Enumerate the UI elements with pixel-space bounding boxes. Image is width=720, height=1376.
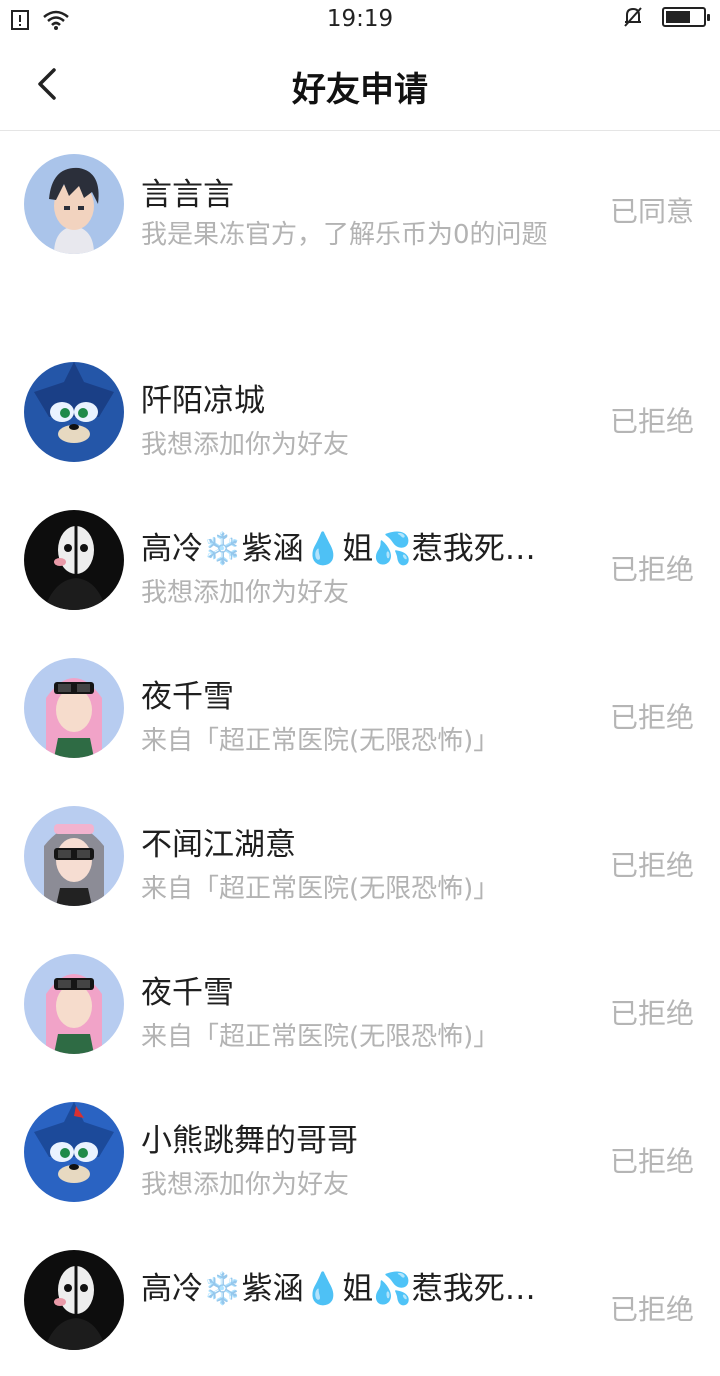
requester-name: 阡陌凉城: [141, 383, 265, 419]
request-status: 已拒绝: [609, 849, 694, 882]
friend-request-item[interactable]: 阡陌凉城 我想添加你为好友 已拒绝: [0, 340, 720, 488]
avatar[interactable]: [24, 1102, 124, 1202]
friend-request-item[interactable]: 高冷❄️紫涵💧姐💦惹我死… 我想添加你为好友 已拒绝: [0, 488, 720, 636]
friend-request-item[interactable]: 小熊跳舞的哥哥 我想添加你为好友 已拒绝: [0, 1080, 720, 1228]
mute-bell-icon: [624, 7, 642, 27]
request-status: 已拒绝: [609, 405, 694, 438]
avatar[interactable]: [24, 1250, 124, 1350]
request-status: 已拒绝: [609, 1145, 694, 1178]
nav-bar: 好友申请: [0, 40, 720, 131]
blue-hedgehog-avatar-icon: [24, 1102, 124, 1202]
request-message: 我想添加你为好友: [141, 578, 350, 608]
avatar[interactable]: [24, 806, 124, 906]
status-time: 19:19: [326, 6, 394, 32]
blue-hedgehog-avatar-icon: [24, 362, 124, 462]
request-message: 我想添加你为好友: [141, 430, 350, 460]
dark-mask-avatar-icon: [24, 510, 124, 610]
friend-request-item[interactable]: 言言言 我是果冻官方，了解乐币为0的问题 已同意: [0, 132, 720, 340]
anime-boy-avatar-icon: [24, 154, 124, 254]
avatar[interactable]: [24, 658, 124, 758]
requester-name: 夜千雪: [141, 679, 234, 715]
pink-hair-girl-avatar-icon: [24, 954, 124, 1054]
friend-request-list: 言言言 我是果冻官方，了解乐币为0的问题 已同意 阡陌凉城 我想添加你为好友 已…: [0, 132, 720, 1376]
request-status: 已拒绝: [609, 553, 694, 586]
avatar[interactable]: [24, 154, 124, 254]
status-icons-right: [622, 6, 720, 28]
request-message: 来自「超正常医院(无限恐怖)」: [141, 726, 500, 756]
requester-name: 言言言: [141, 177, 234, 213]
pink-hair-girl-avatar-icon: [24, 658, 124, 758]
page-title: 好友申请: [292, 70, 428, 110]
friend-request-item[interactable]: 夜千雪 来自「超正常医院(无限恐怖)」 已拒绝: [0, 932, 720, 1080]
requester-name: 不闻江湖意: [141, 827, 296, 863]
battery-icon: [662, 7, 710, 27]
friend-request-item[interactable]: 高冷❄️紫涵💧姐💦惹我死… 已拒绝: [0, 1228, 720, 1376]
status-bar: 19:19: [0, 0, 720, 40]
request-message: 来自「超正常医院(无限恐怖)」: [141, 1022, 500, 1052]
requester-name: 小熊跳舞的哥哥: [141, 1123, 358, 1159]
friend-request-item[interactable]: 夜千雪 来自「超正常医院(无限恐怖)」 已拒绝: [0, 636, 720, 784]
request-status: 已拒绝: [609, 701, 694, 734]
requester-name: 高冷❄️紫涵💧姐💦惹我死…: [141, 1271, 536, 1307]
request-status: 已同意: [609, 195, 694, 228]
requester-name: 高冷❄️紫涵💧姐💦惹我死…: [141, 531, 536, 567]
request-status: 已拒绝: [609, 1293, 694, 1326]
silver-hair-girl-avatar-icon: [24, 806, 124, 906]
dark-mask-avatar-icon: [24, 1250, 124, 1350]
request-message: 我想添加你为好友: [141, 1170, 350, 1200]
request-status: 已拒绝: [609, 997, 694, 1030]
request-message: 我是果冻官方，了解乐币为0的问题: [141, 220, 548, 250]
avatar[interactable]: [24, 362, 124, 462]
avatar[interactable]: [24, 954, 124, 1054]
requester-name: 夜千雪: [141, 975, 234, 1011]
avatar[interactable]: [24, 510, 124, 610]
request-message: 来自「超正常医院(无限恐怖)」: [141, 874, 500, 904]
friend-request-item[interactable]: 不闻江湖意 来自「超正常医院(无限恐怖)」 已拒绝: [0, 784, 720, 932]
